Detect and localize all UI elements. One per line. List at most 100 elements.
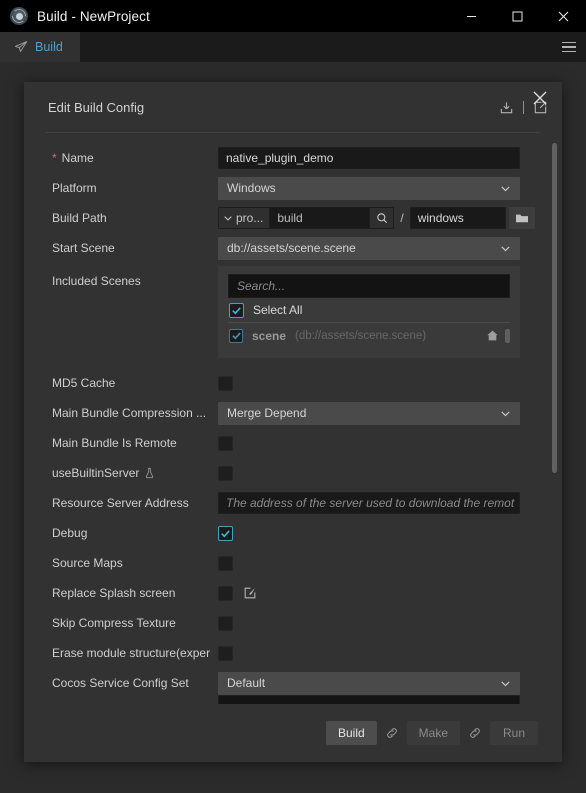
edit-square-icon[interactable] <box>243 586 257 600</box>
scene-item-path: (db://assets/scene.scene) <box>295 329 427 342</box>
label-start-scene: Start Scene <box>52 241 115 255</box>
header-divider <box>523 100 524 114</box>
row-skip-compress-texture: Skip Compress Texture <box>24 608 562 638</box>
label-erase-module-structure: Erase module structure(exper <box>52 646 211 660</box>
make-button[interactable]: Make <box>406 721 460 745</box>
label-main-bundle-is-remote: Main Bundle Is Remote <box>52 436 177 450</box>
control-name: native_plugin_demo <box>218 147 562 169</box>
label-platform: Platform <box>52 181 97 195</box>
use-builtin-server-checkbox[interactable] <box>218 465 233 481</box>
platform-select[interactable]: Windows <box>218 176 520 200</box>
replace-splash-screen-checkbox[interactable] <box>218 585 233 601</box>
chevron-down-icon <box>501 411 510 416</box>
build-path-root-value: pro... <box>236 211 264 225</box>
maximize-button[interactable] <box>494 0 540 32</box>
control-md5-cache <box>218 375 562 391</box>
select-all-label: Select All <box>253 303 303 317</box>
checkmark-icon <box>232 306 241 314</box>
label-name-text: Name <box>61 151 94 165</box>
row-platform: Platform Windows <box>24 173 562 203</box>
skip-compress-texture-checkbox[interactable] <box>218 615 233 631</box>
paper-plane-icon <box>14 41 28 52</box>
row-build-path: Build Path pro... build / windows <box>24 203 562 233</box>
cocos-logo-icon <box>10 7 28 25</box>
label-use-builtin-server-text: useBuiltinServer <box>52 466 140 480</box>
panel-tabstrip: Build <box>0 32 586 62</box>
build-path-browse-button[interactable] <box>508 207 535 229</box>
control-platform: Windows <box>218 176 562 200</box>
row-md5-cache: MD5 Cache <box>24 368 562 398</box>
close-button[interactable] <box>540 0 586 32</box>
row-use-builtin-server: useBuiltinServer <box>24 458 562 488</box>
chain-link-icon <box>470 728 480 738</box>
included-scenes-select-all-row[interactable]: Select All <box>228 298 510 323</box>
home-icon[interactable] <box>486 329 499 342</box>
main-bundle-is-remote-checkbox[interactable] <box>218 435 233 451</box>
cocos-service-config-set-value: Default <box>227 676 266 690</box>
window-title: Build - NewProject <box>37 8 150 24</box>
included-scenes-box: Search... Select All scene (db://assets/… <box>218 266 520 358</box>
window-titlebar: Build - NewProject <box>0 0 586 32</box>
row-start-scene: Start Scene db://assets/scene.scene <box>24 233 562 263</box>
dialog-scroll-area: * Name native_plugin_demo Platform Windo… <box>24 133 562 704</box>
tab-build[interactable]: Build <box>0 32 80 62</box>
label-main-bundle-compression: Main Bundle Compression ... <box>52 406 207 420</box>
chevron-down-icon <box>501 681 510 686</box>
chevron-down-icon <box>501 186 510 191</box>
main-bundle-compression-select[interactable]: Merge Depend <box>218 401 520 425</box>
scene-item-checkbox[interactable] <box>229 328 243 343</box>
main-bundle-compression-value: Merge Depend <box>227 406 307 420</box>
dialog-title: Edit Build Config <box>48 99 145 115</box>
tab-build-label: Build <box>35 40 63 54</box>
minimize-button[interactable] <box>448 0 494 32</box>
edit-build-config-dialog: Edit Build Config * Name native_plugin_d… <box>24 82 562 762</box>
select-all-checkbox[interactable] <box>229 302 244 318</box>
import-config-icon[interactable] <box>499 100 514 115</box>
build-button[interactable]: Build <box>325 721 377 745</box>
label-replace-splash-screen: Replace Splash screen <box>52 586 176 600</box>
resource-server-address-input[interactable]: The address of the server used to downlo… <box>218 492 520 514</box>
build-path-folder-input[interactable]: build <box>270 207 371 229</box>
dialog-vertical-scrollbar[interactable] <box>552 143 557 473</box>
dialog-close-icon[interactable] <box>530 88 550 108</box>
build-path-search-button[interactable] <box>370 207 395 229</box>
erase-module-structure-checkbox[interactable] <box>218 645 233 661</box>
included-scenes-search-input[interactable]: Search... <box>228 274 510 298</box>
start-scene-select[interactable]: db://assets/scene.scene <box>218 236 520 260</box>
folder-open-icon <box>515 214 528 223</box>
scene-list-scrollbar[interactable] <box>505 328 510 343</box>
row-included-scenes: Included Scenes Search... Select All sce… <box>24 266 562 358</box>
hamburger-menu-icon[interactable] <box>562 41 576 53</box>
control-use-builtin-server <box>218 465 562 481</box>
row-erase-module-structure: Erase module structure(exper <box>24 638 562 668</box>
platform-select-value: Windows <box>227 181 276 195</box>
debug-checkbox[interactable] <box>218 525 233 541</box>
source-maps-checkbox[interactable] <box>218 555 233 571</box>
label-resource-server-address: Resource Server Address <box>52 496 189 510</box>
build-path-separator: / <box>400 211 404 225</box>
experimental-flask-icon <box>146 467 154 479</box>
row-debug: Debug <box>24 518 562 548</box>
dialog-header: Edit Build Config <box>24 82 562 132</box>
label-build-path: Build Path <box>52 211 107 225</box>
included-scene-item-row[interactable]: scene (db://assets/scene.scene) <box>228 323 510 348</box>
build-path-sub-input[interactable]: windows <box>409 207 506 229</box>
label-skip-compress-texture: Skip Compress Texture <box>52 616 176 630</box>
label-debug: Debug <box>52 526 88 540</box>
checkmark-icon <box>231 332 241 340</box>
md5-cache-checkbox[interactable] <box>218 375 233 391</box>
chevron-down-icon <box>501 246 510 251</box>
dialog-footer: Build Make Run <box>24 704 562 762</box>
partial-input-field[interactable] <box>218 695 520 704</box>
label-md5-cache: MD5 Cache <box>52 376 116 390</box>
chevron-down-icon <box>224 216 232 221</box>
run-button[interactable]: Run <box>490 721 538 745</box>
cocos-service-config-set-select[interactable]: Default <box>218 671 520 695</box>
label-cocos-service-config-set: Cocos Service Config Set <box>52 676 189 690</box>
row-source-maps: Source Maps <box>24 548 562 578</box>
scene-item-actions <box>486 328 510 343</box>
control-included-scenes: Search... Select All scene (db://assets/… <box>218 266 562 358</box>
chain-link-icon <box>386 728 397 738</box>
name-input[interactable]: native_plugin_demo <box>218 147 520 169</box>
build-path-root-select[interactable]: pro... <box>218 207 271 229</box>
